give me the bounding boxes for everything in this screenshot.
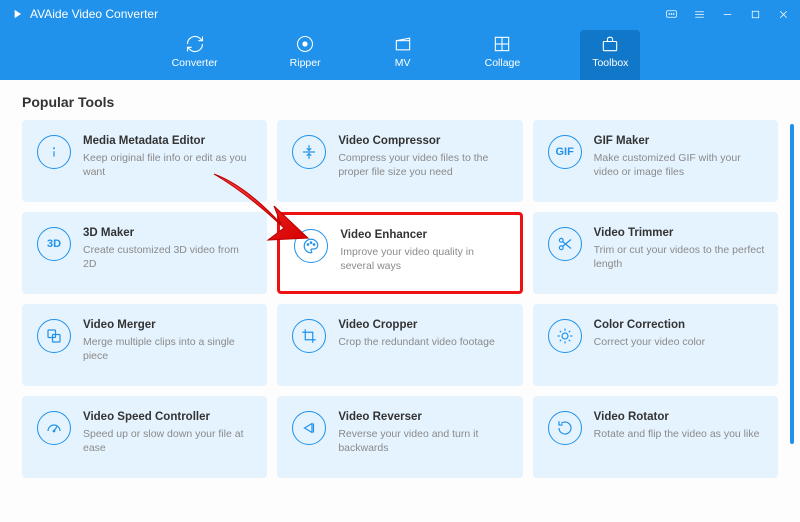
app-logo: AVAide Video Converter	[10, 7, 158, 21]
scrollbar[interactable]	[790, 124, 794, 444]
menu-button[interactable]	[692, 7, 706, 21]
card-title: Video Trimmer	[594, 227, 765, 239]
tool-video-cropper[interactable]: Video Cropper Crop the redundant video f…	[277, 304, 522, 386]
nav-ripper[interactable]: Ripper	[278, 30, 333, 80]
tool-video-reverser[interactable]: Video Reverser Reverse your video and tu…	[277, 396, 522, 478]
tool-metadata-editor[interactable]: Media Metadata Editor Keep original file…	[22, 120, 267, 202]
card-desc: Merge multiple clips into a single piece	[83, 335, 254, 363]
card-desc: Keep original file info or edit as you w…	[83, 151, 254, 179]
grid-icon	[492, 34, 512, 54]
tool-3d-maker[interactable]: 3D 3D Maker Create customized 3D video f…	[22, 212, 267, 294]
play-logo-icon	[10, 7, 24, 21]
nav-label: Converter	[172, 57, 218, 69]
card-title: Color Correction	[594, 319, 765, 331]
close-button[interactable]	[776, 7, 790, 21]
content-area: Popular Tools Media Metadata Editor Keep…	[0, 80, 800, 522]
gauge-icon	[37, 411, 71, 445]
card-desc: Compress your video files to the proper …	[338, 151, 509, 179]
app-title: AVAide Video Converter	[30, 7, 158, 21]
rotate-icon	[548, 411, 582, 445]
card-title: Media Metadata Editor	[83, 135, 254, 147]
crop-icon	[292, 319, 326, 353]
nav-label: Collage	[485, 57, 521, 69]
nav-label: MV	[395, 57, 411, 69]
tool-video-compressor[interactable]: Video Compressor Compress your video fil…	[277, 120, 522, 202]
card-title: Video Merger	[83, 319, 254, 331]
section-title: Popular Tools	[22, 94, 778, 110]
main-nav: Converter Ripper MV Collage Toolbox	[0, 28, 800, 80]
card-desc: Make customized GIF with your video or i…	[594, 151, 765, 179]
card-title: Video Cropper	[338, 319, 509, 331]
card-title: GIF Maker	[594, 135, 765, 147]
card-desc: Crop the redundant video footage	[338, 335, 509, 349]
nav-label: Toolbox	[592, 57, 628, 69]
feedback-button[interactable]	[664, 7, 678, 21]
nav-label: Ripper	[290, 57, 321, 69]
card-desc: Correct your video color	[594, 335, 765, 349]
card-title: Video Speed Controller	[83, 411, 254, 423]
brightness-icon	[548, 319, 582, 353]
card-desc: Trim or cut your videos to the perfect l…	[594, 243, 765, 271]
tool-color-correction[interactable]: Color Correction Correct your video colo…	[533, 304, 778, 386]
card-title: Video Rotator	[594, 411, 765, 423]
nav-collage[interactable]: Collage	[473, 30, 533, 80]
titlebar: AVAide Video Converter	[0, 0, 800, 28]
card-desc: Improve your video quality in several wa…	[340, 245, 507, 273]
gif-icon: GIF	[548, 135, 582, 169]
compress-icon	[292, 135, 326, 169]
card-title: Video Enhancer	[340, 229, 507, 241]
tool-video-merger[interactable]: Video Merger Merge multiple clips into a…	[22, 304, 267, 386]
card-title: Video Reverser	[338, 411, 509, 423]
reverse-icon	[292, 411, 326, 445]
tool-gif-maker[interactable]: GIF GIF Maker Make customized GIF with y…	[533, 120, 778, 202]
window-controls	[664, 7, 790, 21]
tool-speed-controller[interactable]: Video Speed Controller Speed up or slow …	[22, 396, 267, 478]
clapper-icon	[393, 34, 413, 54]
tool-video-enhancer[interactable]: Video Enhancer Improve your video qualit…	[277, 212, 522, 294]
toolbox-icon	[600, 34, 620, 54]
tool-video-trimmer[interactable]: Video Trimmer Trim or cut your videos to…	[533, 212, 778, 294]
tools-grid: Media Metadata Editor Keep original file…	[22, 120, 778, 478]
minimize-button[interactable]	[720, 7, 734, 21]
scissors-icon	[548, 227, 582, 261]
info-icon	[37, 135, 71, 169]
nav-mv[interactable]: MV	[381, 30, 425, 80]
card-desc: Rotate and flip the video as you like	[594, 427, 765, 441]
refresh-icon	[185, 34, 205, 54]
palette-icon	[294, 229, 328, 263]
card-title: 3D Maker	[83, 227, 254, 239]
card-desc: Reverse your video and turn it backwards	[338, 427, 509, 455]
nav-converter[interactable]: Converter	[160, 30, 230, 80]
disc-icon	[295, 34, 315, 54]
nav-toolbox[interactable]: Toolbox	[580, 30, 640, 80]
tool-video-rotator[interactable]: Video Rotator Rotate and flip the video …	[533, 396, 778, 478]
card-title: Video Compressor	[338, 135, 509, 147]
merge-icon	[37, 319, 71, 353]
card-desc: Create customized 3D video from 2D	[83, 243, 254, 271]
3d-icon: 3D	[37, 227, 71, 261]
maximize-button[interactable]	[748, 7, 762, 21]
card-desc: Speed up or slow down your file at ease	[83, 427, 254, 455]
